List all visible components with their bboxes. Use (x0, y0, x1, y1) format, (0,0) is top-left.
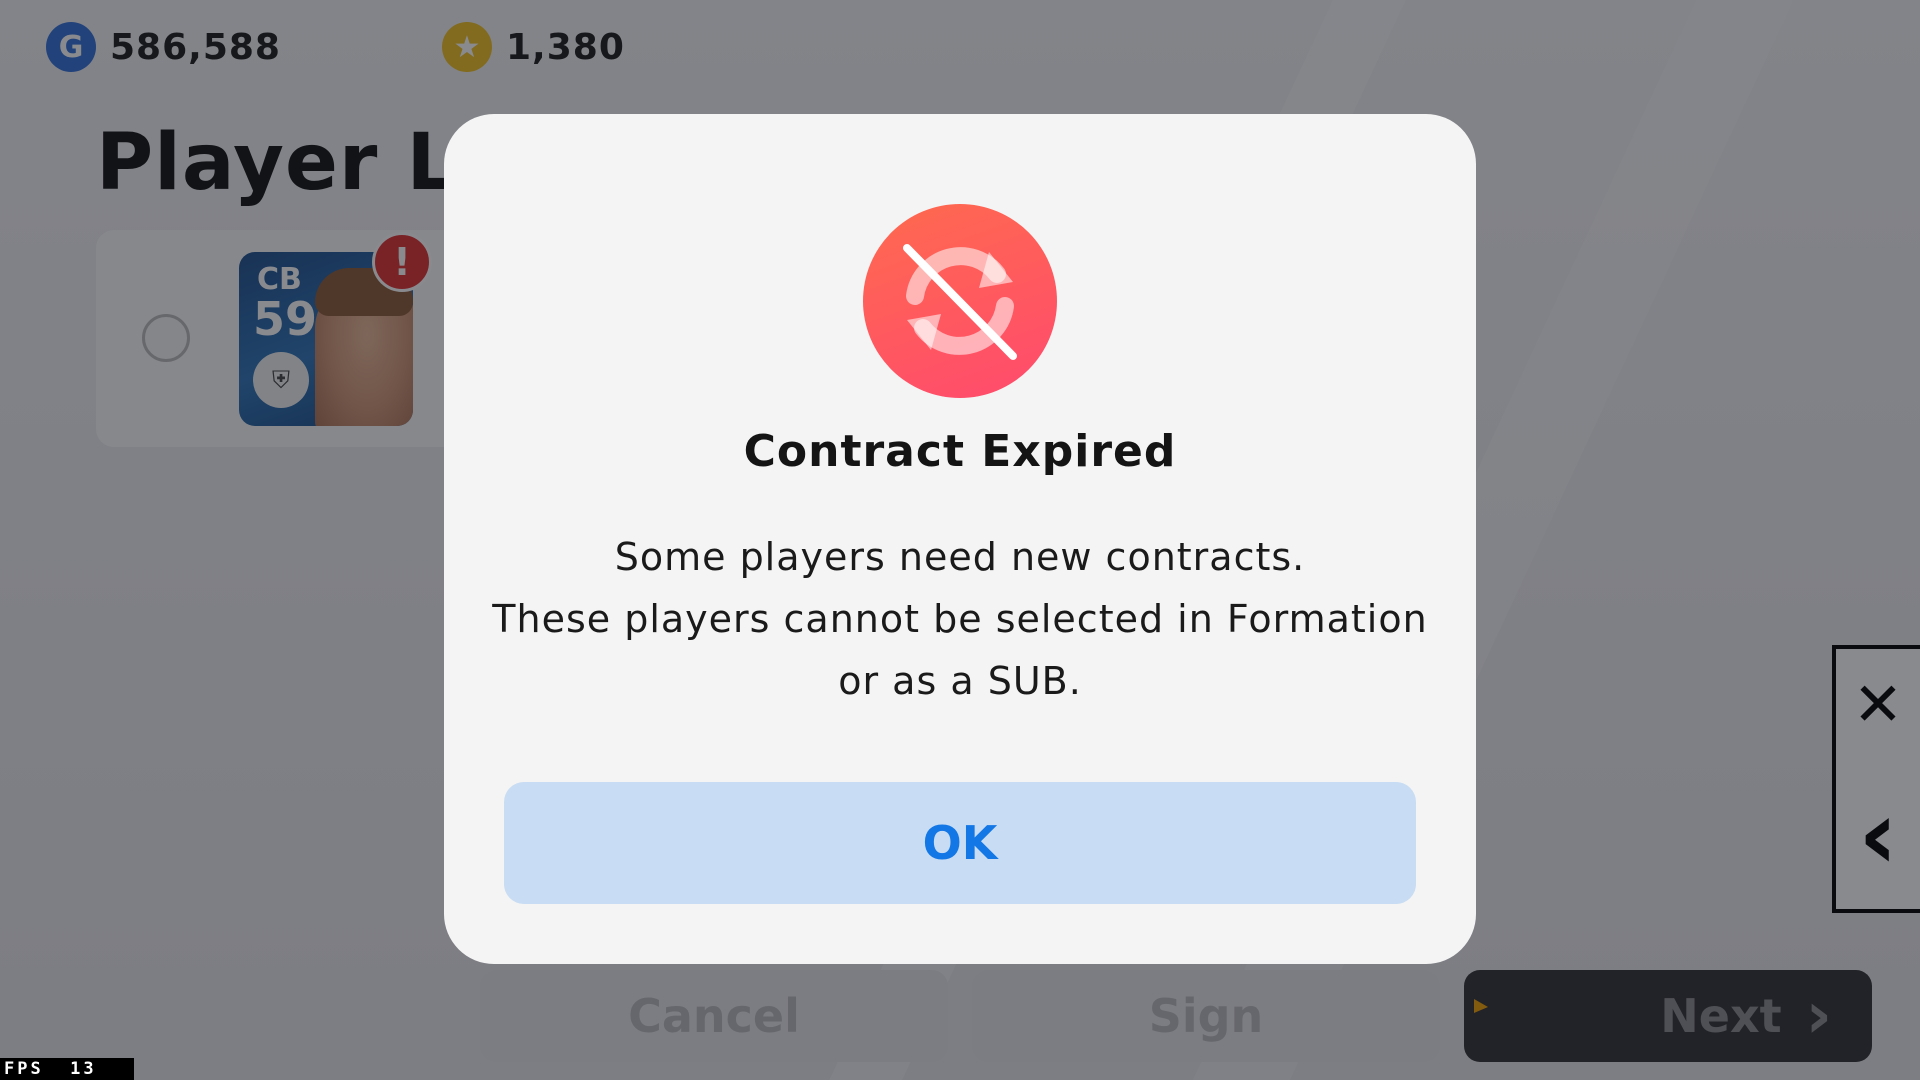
no-renew-icon (903, 244, 1017, 360)
ok-button[interactable]: OK (504, 782, 1416, 904)
dialog-message-line: Some players need new contracts. (614, 535, 1306, 579)
dialog-message: Some players need new contracts. These p… (484, 526, 1436, 712)
dialog-message-line: or as a SUB. (838, 659, 1082, 703)
fps-counter: FPS 13 (0, 1058, 134, 1080)
contract-expired-dialog: Contract Expired Some players need new c… (444, 114, 1476, 964)
contract-expired-icon (863, 204, 1057, 398)
dialog-title: Contract Expired (743, 426, 1177, 477)
dialog-message-line: These players cannot be selected in Form… (492, 597, 1428, 641)
